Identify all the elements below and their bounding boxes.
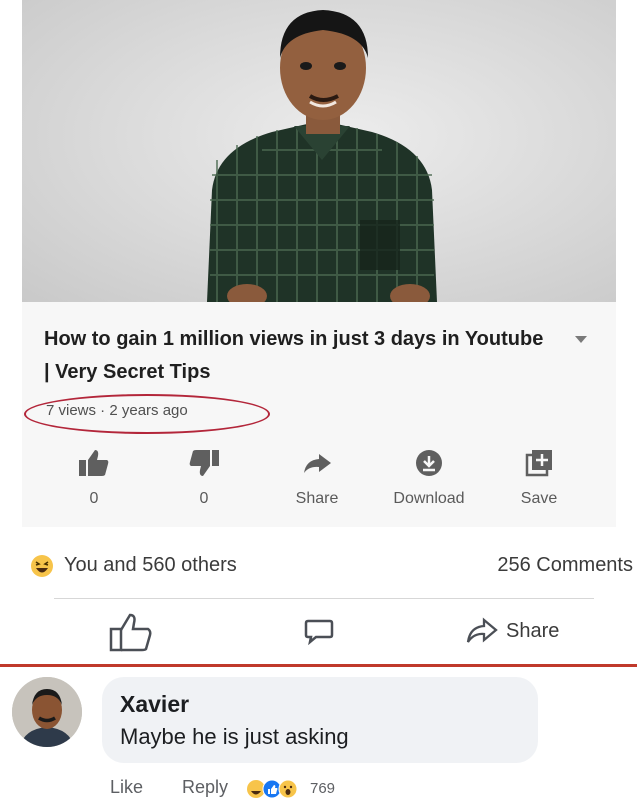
save-playlist-icon	[525, 450, 552, 477]
thumbs-down-icon	[189, 450, 219, 476]
post-action-bar: Share	[0, 605, 637, 660]
share-arrow-icon	[304, 454, 331, 473]
dislike-video-button[interactable]: 0	[154, 440, 254, 508]
avatar-image	[12, 677, 82, 747]
download-icon	[416, 450, 442, 476]
like-count: 0	[89, 490, 99, 507]
share-icon	[466, 617, 498, 643]
post-stats-bar: You and 560 others 256 Comments	[0, 540, 637, 590]
comment-button[interactable]	[304, 617, 334, 645]
comment-reaction-count: 769	[310, 780, 336, 797]
comment-text: Maybe he is just asking	[120, 724, 349, 749]
save-video-button[interactable]: Save	[489, 440, 589, 508]
dropdown-arrow-icon[interactable]	[574, 334, 588, 344]
video-views-meta: 7 views · 2 years ago	[46, 402, 188, 419]
haha-reaction-icon	[31, 555, 53, 577]
like-video-button[interactable]: 0	[44, 440, 144, 508]
reactions-summary[interactable]: You and 560 others	[64, 554, 237, 577]
video-thumbnail[interactable]	[22, 0, 616, 302]
comment-reply-button[interactable]: Reply	[182, 777, 228, 798]
share-post-label: Share	[506, 620, 560, 642]
share-video-button[interactable]: Share	[267, 440, 367, 508]
download-label: Download	[393, 490, 465, 507]
comment: Xavier Maybe he is just asking Like Repl…	[0, 667, 637, 811]
download-video-button[interactable]: Download	[379, 440, 479, 508]
like-button[interactable]	[108, 611, 154, 653]
youtube-video-card: How to gain 1 million views in just 3 da…	[22, 0, 616, 527]
presenter-image	[207, 10, 437, 302]
share-label: Share	[295, 490, 339, 507]
divider	[54, 598, 594, 599]
video-title[interactable]: How to gain 1 million views in just 3 da…	[44, 323, 544, 389]
comment-author[interactable]: Xavier	[120, 691, 189, 718]
dislike-count: 0	[199, 490, 209, 507]
comment-like-button[interactable]: Like	[110, 777, 143, 798]
comment-reactions-icon[interactable]	[246, 779, 302, 799]
comments-count[interactable]: 256 Comments	[497, 554, 633, 577]
share-post-button[interactable]: Share	[466, 617, 559, 650]
save-label: Save	[520, 490, 558, 507]
comment-bubble: Xavier Maybe he is just asking	[102, 677, 538, 763]
avatar[interactable]	[12, 677, 82, 747]
thumbs-up-icon	[79, 450, 109, 476]
video-action-bar: 0 0 Share Download Save	[22, 440, 616, 520]
